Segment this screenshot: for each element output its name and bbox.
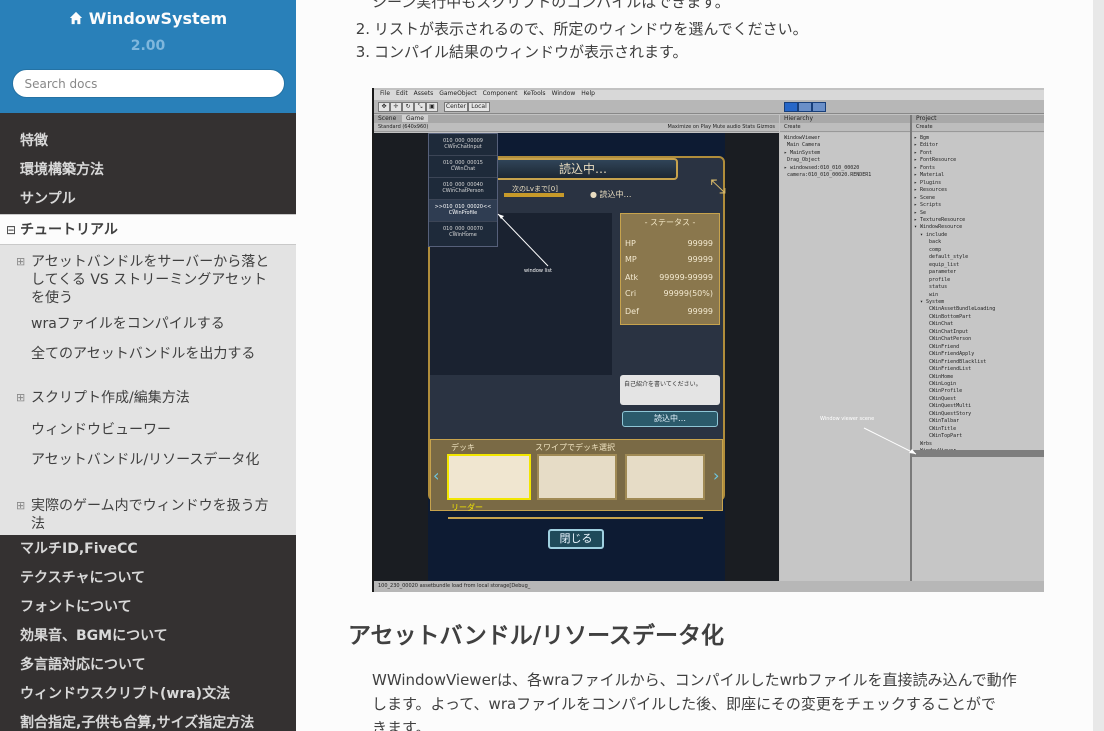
brand-link[interactable]: WindowSystem (0, 8, 296, 28)
main-content: シーン実行中もスクリプトのコンパイルはできます。 2. リストが表示されるので、所… (296, 0, 1104, 731)
expand-icon[interactable]: ⊞ (16, 389, 25, 407)
window-list-arrow (497, 213, 549, 267)
sub-item-compile-wra[interactable]: wraファイルをコンパイルする (0, 309, 296, 339)
sub-item-resource-data[interactable]: アセットバンドル/リソースデータ化 (0, 447, 296, 493)
viewer-scene-caption: Window viewer scene (820, 416, 875, 422)
nav-menu: 特徴 環境構築方法 サンプル ⊟ チュートリアル ⊞ アセットバンドルをサーバーから… (0, 113, 296, 731)
list-number: 3. (355, 43, 370, 61)
nav-item-texture[interactable]: テクスチャについて (0, 564, 296, 593)
nav-item-tutorial-label: チュートリアル (20, 222, 118, 238)
sub-item-window-viewer[interactable]: ウィンドウビューワー (0, 417, 296, 447)
unity-editor-window: File Edit Assets GameObject Component KeTools… (374, 88, 1044, 592)
sub-item-ingame-window[interactable]: ⊞ 実際のゲーム内でウィンドウを扱う方法 (0, 493, 296, 533)
unity-screenshot: File Edit Assets GameObject Component KeTools… (372, 88, 1044, 592)
sub-item-script-edit[interactable]: ⊞ スクリプト作成/編集方法 (0, 387, 296, 417)
nav-item-features[interactable]: 特徴 (0, 127, 296, 156)
sub-item-label: アセットバンドル/リソースデータ化 (31, 452, 260, 468)
sub-item-label: wraファイルをコンパイルする (31, 316, 225, 332)
nav-item-font[interactable]: フォントについて (0, 593, 296, 622)
scrollbar[interactable] (1093, 0, 1104, 731)
version-label: 2.00 (130, 38, 166, 54)
arrow-head (498, 214, 504, 219)
tutorial-submenu: ⊞ アセットバンドルをサーバーから落としてくる VS ストリーミングアセットを使う… (0, 245, 296, 535)
nav-item-sound[interactable]: 効果音、BGMについて (0, 622, 296, 651)
nav-item-sample[interactable]: サンプル (0, 185, 296, 214)
cut-off-line: シーン実行中もスクリプトのコンパイルはできます。 (372, 0, 730, 11)
collapse-icon[interactable]: ⊟ (6, 223, 16, 237)
section-heading: アセットバンドル/リソースデータ化 (348, 623, 724, 649)
list-number: 2. (355, 20, 370, 38)
list-text: コンパイル結果のウィンドウが表示されます。 (374, 43, 688, 61)
sub-item-label: 実際のゲーム内でウィンドウを扱う方法 (31, 498, 269, 532)
nav-item-i18n[interactable]: 多言語対応について (0, 651, 296, 680)
list-item: 3. コンパイル結果のウィンドウが表示されます。 (352, 41, 688, 62)
nav-item-environment[interactable]: 環境構築方法 (0, 156, 296, 185)
annotation-arrows (497, 213, 917, 455)
sub-item-label: アセットバンドルをサーバーから落としてくる VS ストリーミングアセットを使う (31, 254, 270, 306)
home-icon (69, 11, 82, 25)
paragraph-line: きます。 (372, 719, 431, 731)
viewer-scene-arrow (863, 427, 917, 455)
expand-icon[interactable]: ⊞ (16, 497, 25, 515)
list-text: リストが表示されるので、所定のウィンドウを選んでください。 (374, 20, 808, 38)
search-input[interactable] (11, 69, 285, 98)
nav-item-wra-syntax[interactable]: ウィンドウスクリプト(wra)文法 (0, 680, 296, 709)
nav-item-multi-id[interactable]: マルチID,FiveCC (0, 535, 296, 564)
nav-item-tutorial[interactable]: ⊟ チュートリアル (0, 214, 296, 245)
brand-label: WindowSystem (88, 8, 228, 28)
unity-statusbar: 100_230_00020 assetbundle load from loca… (374, 581, 1044, 592)
sub-item-label: スクリプト作成/編集方法 (31, 390, 190, 406)
paragraph-line: WWindowViewerは、各wraファイルから、コンパイルしたwrbファイル… (372, 671, 1017, 689)
sub-item-export-all[interactable]: 全てのアセットバンドルを出力する (0, 339, 296, 387)
sub-item-label: 全てのアセットバンドルを出力する (31, 346, 256, 362)
sub-item-assetbundle-vs-streaming[interactable]: ⊞ アセットバンドルをサーバーから落としてくる VS ストリーミングアセットを使う (0, 249, 296, 309)
sidebar: WindowSystem 2.00 特徴 環境構築方法 サンプル ⊟ チュートリア… (0, 0, 296, 731)
sidebar-header: WindowSystem 2.00 (0, 0, 296, 113)
sub-item-label: ウィンドウビューワー (31, 422, 171, 438)
list-item: 2. リストが表示されるので、所定のウィンドウを選んでください。 (352, 18, 808, 39)
expand-icon[interactable]: ⊞ (16, 253, 25, 271)
window-list-caption: window list (524, 268, 552, 274)
paragraph-line: します。よって、wraファイルをコンパイルした後、即座にその変更をチェックするこ… (372, 695, 996, 713)
nav-item-size-spec[interactable]: 割合指定,子供も合算,サイズ指定方法 (0, 709, 296, 731)
